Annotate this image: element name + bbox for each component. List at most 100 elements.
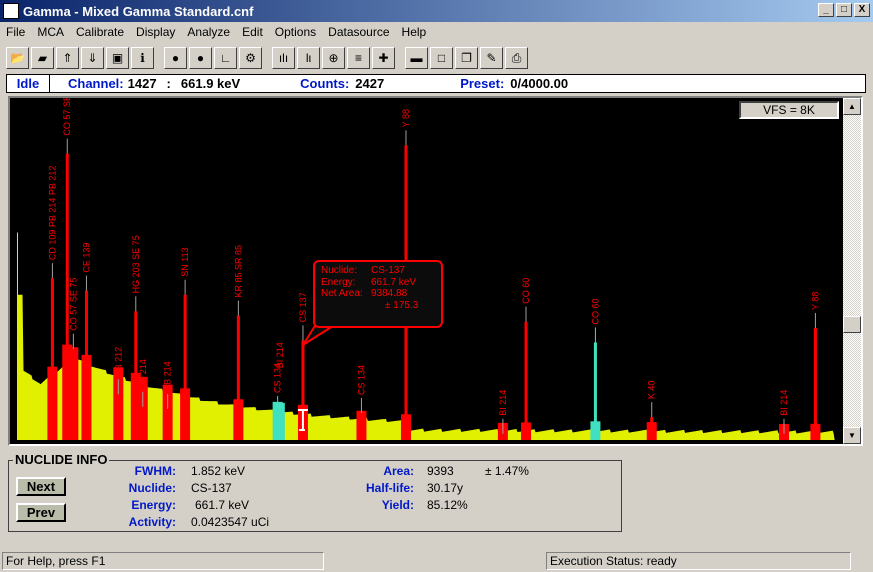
menu-bar: File MCA Calibrate Display Analyze Edit … — [0, 22, 873, 42]
vertical-scrollbar[interactable]: ▲ ▼ — [843, 98, 861, 444]
scroll-down-button[interactable]: ▼ — [843, 427, 861, 444]
nuclide-label: Nuclide: — [128, 481, 176, 495]
prev-button[interactable]: Prev — [16, 503, 66, 522]
counts-label: Counts: — [300, 76, 350, 91]
menu-display[interactable]: Display — [130, 25, 181, 39]
peak-bar — [650, 417, 654, 440]
peak-bar — [84, 290, 88, 440]
clear-icon: ∟ — [219, 51, 232, 65]
info-icon: ℹ — [140, 51, 145, 65]
stop-button[interactable]: ● — [189, 47, 212, 69]
scroll-thumb[interactable] — [843, 316, 861, 333]
help-status: For Help, press F1 — [2, 552, 324, 570]
peak-label: PB 214 — [163, 361, 173, 391]
energy-value: 661.7 keV — [195, 498, 250, 512]
menu-file[interactable]: File — [0, 25, 31, 39]
download-button[interactable]: ⇓ — [81, 47, 104, 69]
peak-label: BI 214 — [779, 390, 789, 416]
callout-area-label: Net Area: — [321, 288, 363, 299]
channel-value: 1427 — [127, 76, 157, 91]
peak-label: PB 214 — [138, 359, 148, 389]
peak-callout: Nuclide: CS-137 Energy: 661.7 keV Net Area… — [313, 260, 443, 328]
print-button[interactable]: ⎙ — [505, 47, 528, 69]
peak-label: Y 88 — [810, 292, 820, 310]
peak-bar — [593, 342, 597, 440]
callout-nuclide: CS-137 — [371, 265, 405, 276]
menu-options[interactable]: Options — [269, 25, 322, 39]
peak-label: K 40 — [647, 381, 657, 400]
upload-icon: ⇑ — [62, 51, 73, 65]
minus-icon: ▬ — [410, 51, 423, 65]
peak-label: CD 109 PB 214 PB 212 — [47, 166, 57, 261]
area-value: 9393 — [427, 464, 454, 478]
save-button[interactable]: ▣ — [106, 47, 129, 69]
peak-label: KR 85 SR 85 — [233, 245, 243, 298]
peak-bar — [116, 394, 120, 440]
tool-icon: ✎ — [486, 51, 497, 65]
energy-value: 661.9 keV — [180, 76, 241, 91]
close-button[interactable]: X — [854, 3, 870, 17]
nuclide-info-panel: NUCLIDE INFO Next Prev FWHM: 1.852 keV N… — [8, 452, 622, 532]
vfs-indicator: VFS = 8K — [739, 101, 839, 119]
clear-button[interactable]: ∟ — [214, 47, 237, 69]
log-scale-button[interactable]: lι — [297, 47, 320, 69]
open-folder-button[interactable]: ▰ — [31, 47, 54, 69]
acquisition-status: Idle Channel: 1427 : 661.9 keV Counts: 2… — [6, 74, 866, 93]
plus-icon: ✚ — [378, 51, 389, 65]
preset-label: Preset: — [460, 76, 505, 91]
zoom-button[interactable]: ⊕ — [322, 47, 345, 69]
maximize-button[interactable]: □ — [836, 3, 852, 17]
callout-nuclide-label: Nuclide: — [321, 265, 358, 276]
restore-button[interactable]: ❐ — [455, 47, 478, 69]
overlay-button[interactable]: ≡ — [347, 47, 370, 69]
scroll-up-button[interactable]: ▲ — [843, 98, 861, 115]
plus-button[interactable]: ✚ — [372, 47, 395, 69]
menu-edit[interactable]: Edit — [236, 25, 269, 39]
tool-button[interactable]: ✎ — [480, 47, 503, 69]
peak-label: Y 88 — [401, 109, 411, 127]
nuclide-info-title: NUCLIDE INFO — [13, 452, 110, 467]
activity-value: 0.0423547 uCi — [191, 515, 270, 529]
peak-bar — [141, 406, 145, 440]
menu-help[interactable]: Help — [396, 25, 433, 39]
linear-scale-button[interactable]: ılı — [272, 47, 295, 69]
peak-label: HG 203 SE 75 — [131, 235, 141, 293]
spectrum-display[interactable]: CD 109 PB 214 PB 212 CO 57 SE 75 CO 57 SE … — [8, 96, 863, 446]
peak-bar — [501, 433, 505, 440]
open-folder-icon: ▰ — [37, 51, 48, 65]
info-button[interactable]: ℹ — [131, 47, 154, 69]
callout-energy-label: Energy: — [321, 276, 356, 288]
next-button[interactable]: Next — [16, 477, 66, 496]
counts-value: 2427 — [355, 76, 385, 91]
preset-value: 0/4000.00 — [510, 76, 569, 91]
settings-button[interactable]: ⚙ — [239, 47, 262, 69]
peak-bar — [50, 278, 54, 440]
app-icon — [3, 3, 19, 19]
maximize-button[interactable]: □ — [430, 47, 453, 69]
yield-label: Yield: — [381, 498, 414, 512]
peak-bar — [813, 327, 817, 440]
callout-area: 9384.88 — [371, 288, 408, 299]
zoom-icon: ⊕ — [328, 51, 339, 65]
linear-scale-icon: ılı — [278, 51, 289, 65]
menu-datasource[interactable]: Datasource — [322, 25, 395, 39]
channel-label: Channel: — [68, 76, 124, 91]
callout-uncertainty: ± 175.3 — [385, 299, 419, 311]
nuclide-value: CS-137 — [191, 481, 232, 495]
halflife-label: Half-life: — [366, 481, 414, 495]
callout-energy: 661.7 keV — [371, 276, 417, 288]
menu-mca[interactable]: MCA — [31, 25, 70, 39]
open-button[interactable]: 📂 — [6, 47, 29, 69]
peak-label: CO 60 — [521, 278, 531, 304]
upload-button[interactable]: ⇑ — [56, 47, 79, 69]
peak-label: CO 60 — [590, 298, 600, 324]
start-button[interactable]: ● — [164, 47, 187, 69]
activity-label: Activity: — [128, 515, 176, 529]
peak-label: CO 57 SE 75 — [62, 98, 72, 136]
minus-button[interactable]: ▬ — [405, 47, 428, 69]
minimize-button[interactable]: _ — [818, 3, 834, 17]
maximize-icon: □ — [437, 51, 446, 65]
menu-calibrate[interactable]: Calibrate — [70, 25, 130, 39]
menu-analyze[interactable]: Analyze — [181, 25, 236, 39]
peak-label: CE 139 — [81, 243, 91, 273]
